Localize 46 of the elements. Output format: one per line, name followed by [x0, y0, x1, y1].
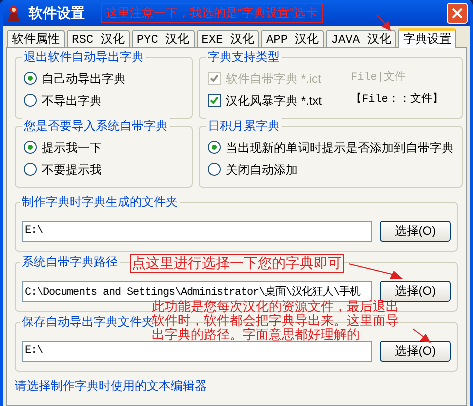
radio-button[interactable]	[24, 141, 37, 154]
option-label: 自己动导出字典	[42, 70, 126, 88]
app-icon	[5, 4, 23, 22]
checkbox[interactable]	[208, 94, 221, 107]
arrow-icon	[412, 328, 432, 344]
title-annotation: 这里注意一下，我选的是“字典设置”选卡	[101, 3, 323, 23]
group-title: 请选择制作字典时使用的文本编辑器	[15, 378, 208, 394]
option-note: 【File：：文件】	[351, 92, 444, 108]
path-field[interactable]: E:\	[22, 340, 372, 362]
tab[interactable]: EXE 汉化	[196, 30, 260, 47]
tab[interactable]: 字典设置	[398, 28, 456, 48]
select-button[interactable]: 选择(O)	[380, 220, 451, 242]
close-button[interactable]	[447, 2, 468, 24]
radio-button[interactable]	[208, 163, 221, 176]
option-label: 当出现新的单词时提示是否添加到自带字典	[226, 140, 454, 156]
option-label: 不要提示我	[42, 162, 102, 178]
arrow-icon	[376, 14, 394, 32]
group-title: 日积月累字典	[206, 118, 282, 134]
tab[interactable]: APP 汉化	[261, 30, 324, 47]
group-title: 退出软件自动导出字典	[22, 49, 146, 65]
option-label: 提示我一下	[42, 140, 102, 156]
option-note: File|文件	[351, 70, 406, 86]
path-field[interactable]: C:\Documents and Settings\Administrator\桌面\汉化狂人\手机	[22, 280, 372, 302]
callout-text: 点这里进行选择一下您的字典即可	[130, 254, 344, 273]
radio-button[interactable]	[24, 94, 37, 107]
path-field[interactable]: E:\	[22, 220, 372, 242]
option-label: 软件自带字典 *.ict	[226, 70, 322, 88]
radio-button[interactable]	[24, 163, 37, 176]
option-label: 汉化风暴字典 *.txt	[226, 92, 324, 110]
arrow-icon	[348, 262, 404, 280]
tab[interactable]: RSC 汉化	[67, 30, 130, 47]
select-button[interactable]: 选择(O)	[380, 340, 451, 362]
group-title: 您是否要导入系统自带字典	[22, 118, 170, 134]
tab[interactable]: 软件属性	[7, 30, 65, 47]
tab[interactable]: JAVA 汉化	[326, 30, 396, 47]
option-label: 关闭自动添加	[226, 162, 298, 178]
option-label: 不导出字典	[42, 92, 102, 110]
radio-button[interactable]	[24, 72, 37, 85]
window-title: 软件设置	[29, 4, 85, 22]
radio-button[interactable]	[208, 141, 221, 154]
group-title: 系统自带字典路径	[20, 254, 120, 270]
close-icon	[452, 8, 463, 18]
tab[interactable]: PYC 汉化	[132, 30, 195, 47]
select-button[interactable]: 选择(O)	[380, 280, 451, 302]
group-title: 制作字典时字典生成的文件夹	[20, 194, 180, 210]
group-title: 字典支持类型	[206, 49, 282, 65]
